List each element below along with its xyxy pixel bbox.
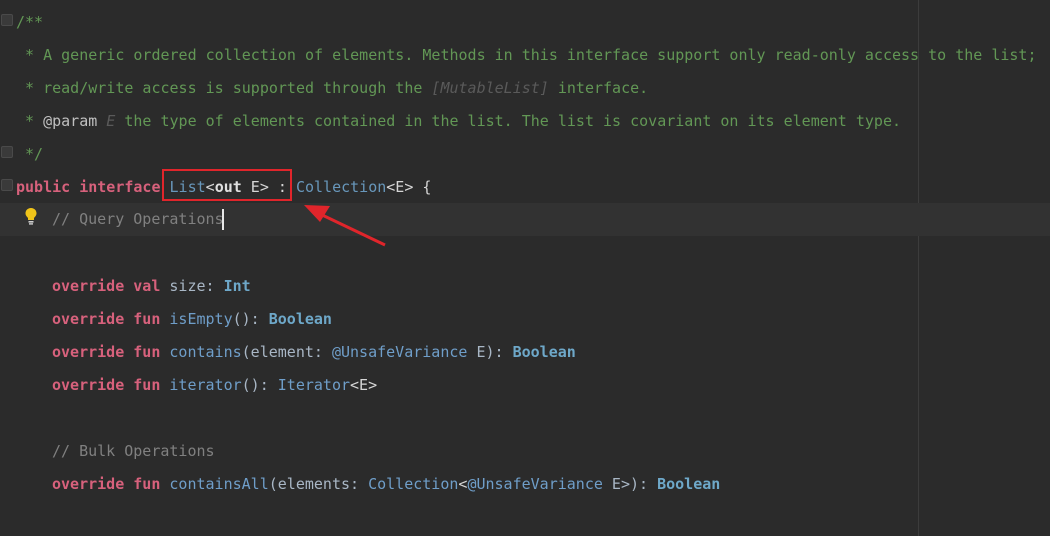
code-line-isEmpty[interactable]: override fun isEmpty(): Boolean xyxy=(0,303,1050,336)
super-interface[interactable]: Collection xyxy=(296,178,386,196)
code-line-4[interactable]: * @param E the type of elements containe… xyxy=(0,105,1050,138)
doc-close: */ xyxy=(16,145,44,163)
code-line-5[interactable]: */ xyxy=(0,138,1050,171)
code-line-2[interactable]: * A generic ordered collection of elemen… xyxy=(0,39,1050,72)
code-line-7-current[interactable]: // Query Operations xyxy=(0,203,1050,236)
iterator-declaration: override fun iterator(): Iterator<E> xyxy=(52,376,378,394)
doc-open: /** xyxy=(16,13,44,31)
mutable-list-ref[interactable]: [MutableList] xyxy=(431,79,548,97)
param-tag: @param xyxy=(43,112,98,130)
isEmpty-declaration: override fun isEmpty(): Boolean xyxy=(52,310,332,328)
highlight-box xyxy=(162,169,292,201)
doc-line-2: * read/write access is supported through… xyxy=(16,79,649,97)
code-line-contains[interactable]: override fun contains(element: @UnsafeVa… xyxy=(0,336,1050,369)
code-line-bulk-comment[interactable]: // Bulk Operations xyxy=(0,435,1050,468)
doc-line-3: * @param E the type of elements containe… xyxy=(16,112,902,130)
code-line-3[interactable]: * read/write access is supported through… xyxy=(0,72,1050,105)
code-line-iterator[interactable]: override fun iterator(): Iterator<E> xyxy=(0,369,1050,402)
lightbulb-icon[interactable] xyxy=(24,207,38,225)
code-line-size[interactable]: override val size: Int xyxy=(0,270,1050,303)
comment-bulk-operations: // Bulk Operations xyxy=(52,442,215,460)
comment-query-operations: // Query Operations xyxy=(52,210,224,228)
contains-declaration: override fun contains(element: @UnsafeVa… xyxy=(52,343,576,361)
code-line-containsAll[interactable]: override fun containsAll(elements: Colle… xyxy=(0,468,1050,501)
doc-line-1: * A generic ordered collection of elemen… xyxy=(16,46,1037,64)
code-line-1[interactable]: /** xyxy=(0,6,1050,39)
code-line-6[interactable]: public interface List<out E> : Collectio… xyxy=(0,171,1050,204)
containsAll-declaration: override fun containsAll(elements: Colle… xyxy=(52,475,721,493)
param-name: E xyxy=(97,112,125,130)
size-declaration: override val size: Int xyxy=(52,277,251,295)
text-caret xyxy=(222,209,224,230)
